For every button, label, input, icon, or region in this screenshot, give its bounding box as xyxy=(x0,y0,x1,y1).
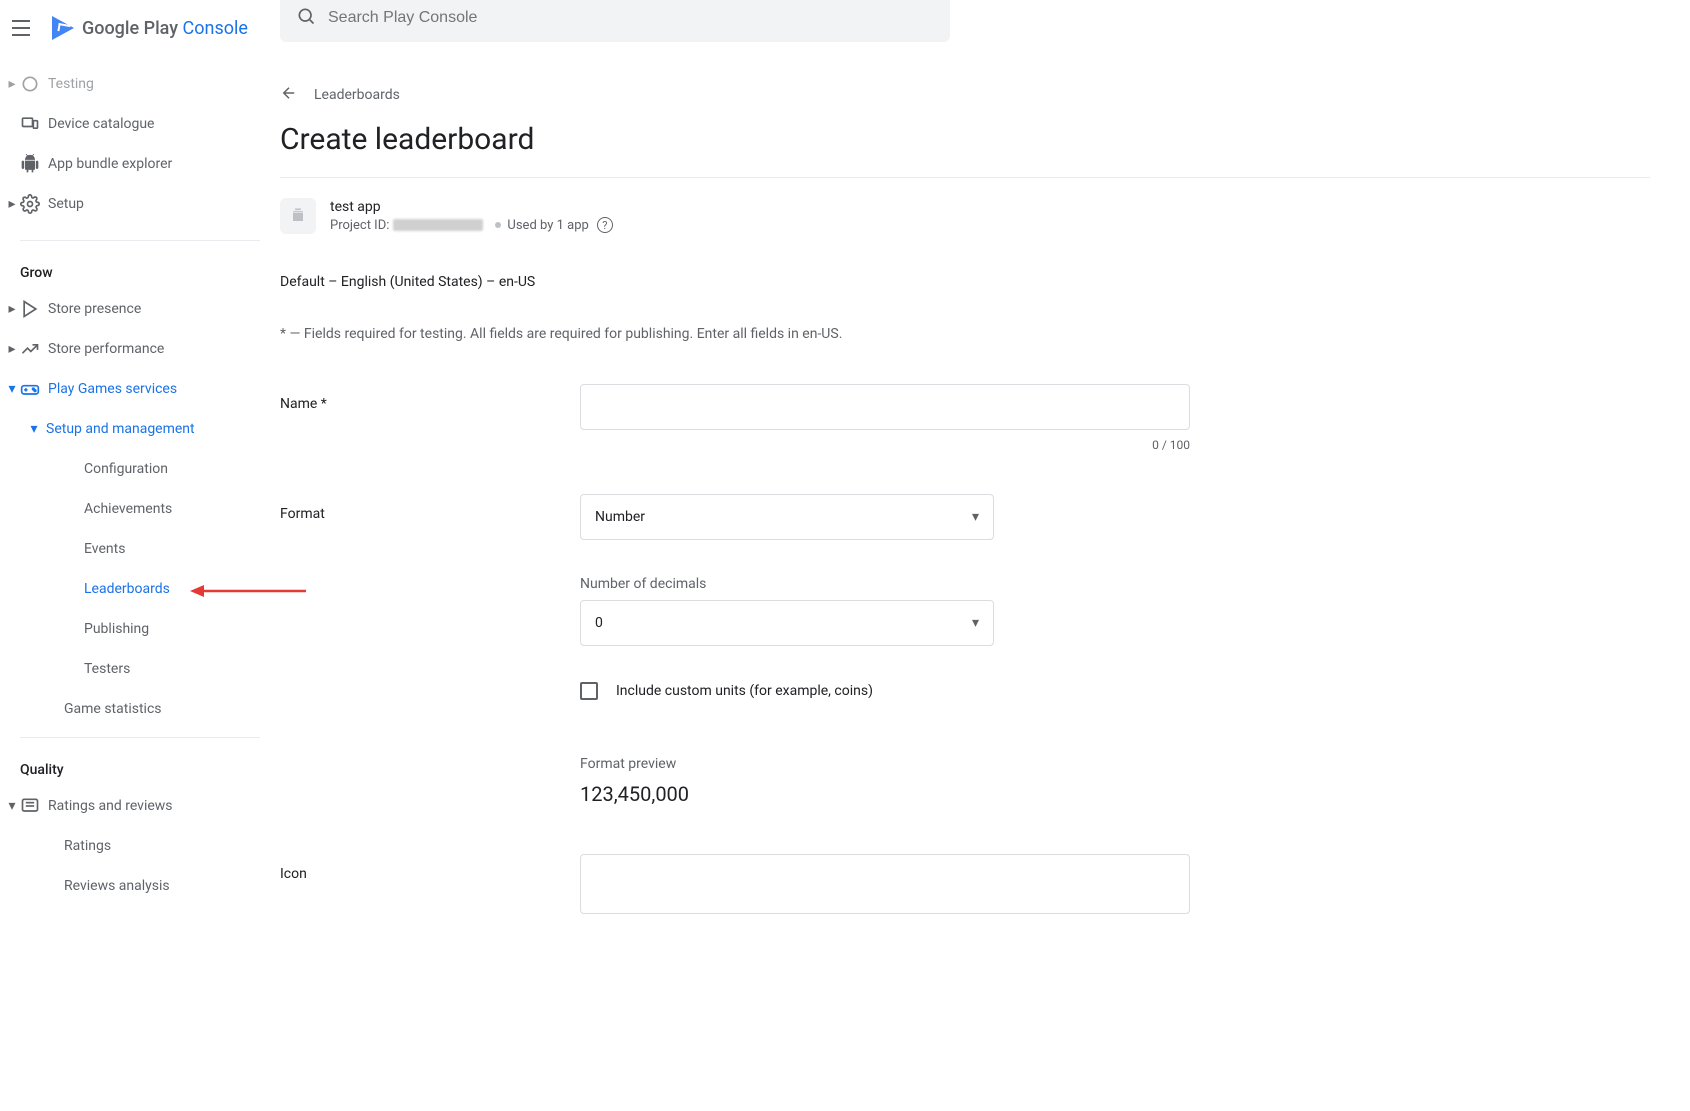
sidebar-item-label: Store performance xyxy=(48,341,164,357)
decimals-label: Number of decimals xyxy=(580,576,1190,592)
sidebar-item-label: Store presence xyxy=(48,301,141,317)
sidebar-item-label: Testers xyxy=(84,661,130,677)
sidebar-item-events[interactable]: Events xyxy=(0,529,280,569)
store-presence-icon xyxy=(20,299,48,319)
search-icon xyxy=(296,6,316,30)
caret-icon: ▸ xyxy=(4,76,20,92)
sidebar-item-label: Ratings and reviews xyxy=(48,798,173,814)
sidebar: Google Play Console ▸ Testing Device cat… xyxy=(0,0,280,1111)
sidebar-item-store-performance[interactable]: ▸ Store performance xyxy=(0,329,280,369)
hamburger-menu-icon[interactable] xyxy=(12,16,36,40)
sidebar-item-setup[interactable]: ▸ Setup xyxy=(0,184,280,224)
sidebar-item-game-statistics[interactable]: Game statistics xyxy=(0,689,280,729)
caret-down-icon: ▾ xyxy=(4,381,20,397)
app-name: test app xyxy=(330,199,613,215)
sidebar-item-ratings[interactable]: Ratings xyxy=(0,826,280,866)
decimals-value: 0 xyxy=(595,615,603,631)
gear-icon xyxy=(20,194,48,214)
sidebar-item-reviews-analysis[interactable]: Reviews analysis xyxy=(0,866,280,906)
format-value: Number xyxy=(595,509,645,525)
format-preview-value: 123,450,000 xyxy=(580,782,1190,806)
sidebar-item-label: App bundle explorer xyxy=(48,156,172,172)
project-id-label: Project ID: xyxy=(330,218,389,233)
format-select[interactable]: Number ▾ xyxy=(580,494,994,540)
trending-icon xyxy=(20,339,48,359)
sidebar-item-label: Events xyxy=(84,541,125,557)
devices-icon xyxy=(20,114,48,134)
sidebar-item-testing[interactable]: ▸ Testing xyxy=(0,64,280,104)
sidebar-item-label: Reviews analysis xyxy=(64,878,170,894)
sidebar-item-play-games-services[interactable]: ▾ Play Games services xyxy=(0,369,280,409)
search-bar[interactable] xyxy=(280,0,950,42)
format-label: Format xyxy=(280,494,580,522)
caret-icon: ▸ xyxy=(4,341,20,357)
divider xyxy=(280,177,1650,178)
sidebar-heading-quality: Quality xyxy=(0,746,280,786)
sidebar-item-label: Achievements xyxy=(84,501,172,517)
sidebar-item-testers[interactable]: Testers xyxy=(0,649,280,689)
sidebar-item-achievements[interactable]: Achievements xyxy=(0,489,280,529)
play-logo-icon xyxy=(52,16,74,40)
search-input[interactable] xyxy=(328,9,934,27)
sidebar-item-label: Configuration xyxy=(84,461,168,477)
main-content: Leaderboards Create leaderboard test app… xyxy=(280,0,1690,1111)
gamepad-icon xyxy=(20,379,48,399)
format-preview-label: Format preview xyxy=(580,756,1190,772)
caret-icon: ▸ xyxy=(4,301,20,317)
icon-label: Icon xyxy=(280,854,580,882)
chevron-down-icon: ▾ xyxy=(972,615,979,631)
sidebar-item-label: Ratings xyxy=(64,838,111,854)
sidebar-item-label: Device catalogue xyxy=(48,116,154,132)
page-title: Create leaderboard xyxy=(280,122,1650,157)
used-by-label: Used by 1 app xyxy=(507,218,588,233)
testing-icon xyxy=(20,74,48,94)
sidebar-item-store-presence[interactable]: ▸ Store presence xyxy=(0,289,280,329)
custom-units-checkbox[interactable] xyxy=(580,682,598,700)
locale-line: Default – English (United States) – en-U… xyxy=(280,274,1650,290)
sidebar-item-label: Testing xyxy=(48,76,94,92)
sidebar-item-label: Game statistics xyxy=(64,701,162,717)
name-label: Name * xyxy=(280,384,580,412)
logo-text: Google Play Console xyxy=(82,18,248,39)
sidebar-item-label: Setup and management xyxy=(46,421,195,437)
name-char-count: 0 / 100 xyxy=(580,438,1190,452)
caret-icon: ▸ xyxy=(4,196,20,212)
logo[interactable]: Google Play Console xyxy=(52,16,248,40)
breadcrumb-label: Leaderboards xyxy=(314,87,400,103)
name-input[interactable] xyxy=(580,384,1190,430)
sidebar-item-device-catalogue[interactable]: Device catalogue xyxy=(0,104,280,144)
sidebar-item-publishing[interactable]: Publishing xyxy=(0,609,280,649)
custom-units-label: Include custom units (for example, coins… xyxy=(616,683,873,699)
chevron-down-icon: ▾ xyxy=(972,509,979,525)
dot-icon xyxy=(495,222,501,228)
caret-down-icon: ▾ xyxy=(4,798,20,814)
required-hint: * — Fields required for testing. All fie… xyxy=(280,326,1650,342)
app-info: test app Project ID: Used by 1 app ? xyxy=(280,198,1650,234)
android-icon xyxy=(20,154,48,174)
app-icon xyxy=(280,198,316,234)
sidebar-item-label: Publishing xyxy=(84,621,149,637)
sidebar-item-setup-management[interactable]: ▾ Setup and management xyxy=(0,409,280,449)
sidebar-item-ratings-reviews[interactable]: ▾ Ratings and reviews xyxy=(0,786,280,826)
sidebar-item-app-bundle-explorer[interactable]: App bundle explorer xyxy=(0,144,280,184)
project-id-redacted xyxy=(393,219,483,231)
sidebar-item-configuration[interactable]: Configuration xyxy=(0,449,280,489)
caret-down-icon: ▾ xyxy=(26,421,42,437)
arrow-back-icon[interactable] xyxy=(280,84,298,106)
sidebar-item-label: Play Games services xyxy=(48,381,177,397)
sidebar-item-label: Leaderboards xyxy=(84,581,170,597)
icon-upload-box[interactable] xyxy=(580,854,1190,914)
breadcrumb[interactable]: Leaderboards xyxy=(280,84,1650,106)
reviews-icon xyxy=(20,796,48,816)
sidebar-item-label: Setup xyxy=(48,196,84,212)
help-icon[interactable]: ? xyxy=(597,217,613,233)
sidebar-heading-grow: Grow xyxy=(0,249,280,289)
decimals-select[interactable]: 0 ▾ xyxy=(580,600,994,646)
